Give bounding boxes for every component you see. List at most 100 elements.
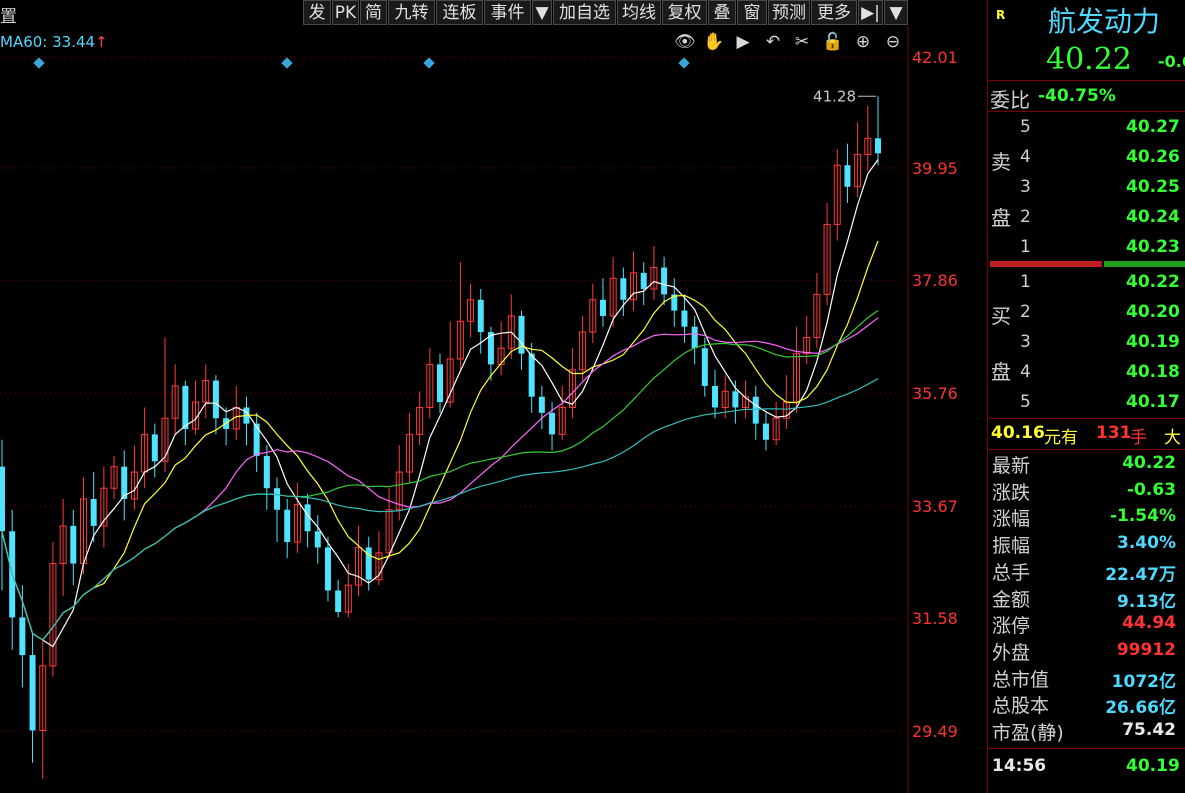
toolbar-button-11[interactable]: 窗 xyxy=(737,0,767,25)
candle-body xyxy=(263,455,270,489)
order-ratio-bar xyxy=(990,261,1185,267)
stat-label: 金额 xyxy=(992,588,1031,611)
candle-body xyxy=(253,423,260,456)
candle-body xyxy=(0,466,5,532)
change-partial: -0.6 xyxy=(1158,52,1185,71)
toolbar-button-12[interactable]: 预测 xyxy=(768,0,810,25)
scissors-icon[interactable]: ✂ xyxy=(792,32,812,52)
stat-label: 涨跌 xyxy=(992,481,1031,504)
buy-level: 2 xyxy=(1020,302,1031,322)
stat-label: 总市值 xyxy=(992,668,1050,691)
buy-level: 3 xyxy=(1020,332,1031,352)
candle-body xyxy=(90,498,97,526)
candle-body xyxy=(538,396,545,413)
buy-level: 4 xyxy=(1020,362,1031,382)
play-circle-icon[interactable]: ▶ xyxy=(733,32,753,52)
buy-price: 40.19 xyxy=(1126,332,1180,352)
sell-level: 5 xyxy=(1020,117,1031,137)
price-axis-label: 33.67 xyxy=(912,496,958,516)
quote-panel: R航发动力40.22-0.6委比-40.75%卖盘540.27440.26340… xyxy=(987,0,1185,793)
ma60-value: MA60: 33.44 xyxy=(0,33,96,51)
toolbar-button-5[interactable]: 事件 xyxy=(484,0,531,25)
candle-body xyxy=(212,380,219,419)
stat-value: 1072亿 xyxy=(1111,671,1176,692)
eye-icon[interactable]: 👁 xyxy=(674,32,696,52)
weibi-value: -40.75% xyxy=(1038,86,1116,106)
stock-name: 航发动力 xyxy=(1048,5,1161,38)
book-separator xyxy=(988,418,1185,419)
buy-price: 40.18 xyxy=(1126,362,1180,382)
candle-body xyxy=(284,509,291,543)
toolbar-button-8[interactable]: 均线 xyxy=(617,0,661,25)
toolbar-button-10[interactable]: 叠 xyxy=(708,0,736,25)
toolbar-button-9[interactable]: 复权 xyxy=(662,0,707,25)
buy-price: 40.22 xyxy=(1126,272,1180,292)
candle-body xyxy=(762,423,769,440)
ma60-indicator-label: MA60: 33.44↑ xyxy=(0,33,108,51)
candle-body xyxy=(477,299,484,333)
toolbar-button-4[interactable]: 连板 xyxy=(436,0,483,25)
stat-label: 涨停 xyxy=(992,615,1031,638)
tick-price: 40.19 xyxy=(1126,756,1180,776)
zoom-in-icon[interactable]: ⊕ xyxy=(853,32,873,52)
tick-time: 14:56 xyxy=(992,756,1047,776)
candle-body xyxy=(661,267,668,295)
price-axis-label: 29.49 xyxy=(912,722,958,741)
stat-label: 总股本 xyxy=(992,695,1050,718)
stat-label: 市盈(静) xyxy=(992,722,1064,744)
candle-body xyxy=(70,525,77,564)
toolbar-button-15[interactable]: ▼ xyxy=(884,0,908,25)
sell-price: 40.23 xyxy=(1126,237,1180,257)
weibi-separator xyxy=(988,111,1185,112)
high-price-label: 41.28 xyxy=(813,87,856,105)
toolbar-button-14[interactable]: ▶| xyxy=(858,0,883,25)
buy-level: 1 xyxy=(1020,272,1031,292)
event-marker-icon xyxy=(33,57,45,69)
zoom-out-icon[interactable]: ⊖ xyxy=(883,32,903,52)
sell-level: 1 xyxy=(1020,237,1031,257)
toolbar-button-13[interactable]: 更多 xyxy=(811,0,857,25)
sell-price: 40.25 xyxy=(1126,177,1180,197)
price-axis-label: 31.58 xyxy=(912,609,958,629)
sell-price: 40.26 xyxy=(1126,147,1180,167)
candle-body xyxy=(681,310,688,327)
toolbar-button-0[interactable]: 发 xyxy=(303,0,331,25)
hand-icon[interactable]: ✋ xyxy=(703,32,724,52)
weibi-label: 委比 xyxy=(990,88,1030,112)
toolbar-button-7[interactable]: 加自选 xyxy=(553,0,616,25)
price-axis-label: 42.01 xyxy=(912,48,958,67)
candle-body xyxy=(875,138,881,154)
buy-price: 40.17 xyxy=(1126,392,1180,412)
stat-value: -0.63 xyxy=(1127,479,1176,500)
lock-icon[interactable]: 🔓 xyxy=(822,32,843,52)
candle-body xyxy=(549,412,556,435)
stat-label: 振幅 xyxy=(992,535,1031,558)
buy-label-2: 盘 xyxy=(991,360,1011,384)
buy-level: 5 xyxy=(1020,392,1031,412)
event-marker-icon xyxy=(678,57,690,69)
candle-body xyxy=(620,278,627,300)
candle-body xyxy=(151,434,158,462)
toolbar-button-1[interactable]: PK xyxy=(332,0,359,25)
candle-body xyxy=(640,272,647,290)
candle-body xyxy=(844,165,851,187)
toolbar-button-2[interactable]: 简 xyxy=(360,0,387,25)
sell-level: 4 xyxy=(1020,147,1031,167)
stat-value: 3.40% xyxy=(1117,533,1176,554)
candle-body xyxy=(732,391,739,408)
toolbar-left-label[interactable]: 置 xyxy=(0,2,17,27)
event-marker-icon xyxy=(281,57,293,69)
undo-icon[interactable]: ↶ xyxy=(763,32,783,52)
stat-value: -1.54% xyxy=(1109,506,1176,527)
candle-body xyxy=(324,547,331,591)
buy-ratio-fill xyxy=(1104,261,1185,267)
stat-value: 44.94 xyxy=(1122,613,1176,634)
header-separator xyxy=(988,80,1185,81)
stats-separator xyxy=(988,449,1185,450)
toolbar-button-6[interactable]: ▼ xyxy=(532,0,552,25)
toolbar-button-3[interactable]: 九转 xyxy=(388,0,435,25)
big-order-unit: 手 xyxy=(1130,428,1147,448)
candle-body xyxy=(314,531,321,548)
chart-toolbar: 置 发 PK 简九转 连板 事件 ▼ 加自选 均线 复权叠窗预测 更多 ▶| ▼ xyxy=(0,0,908,27)
candle-body xyxy=(182,385,189,429)
